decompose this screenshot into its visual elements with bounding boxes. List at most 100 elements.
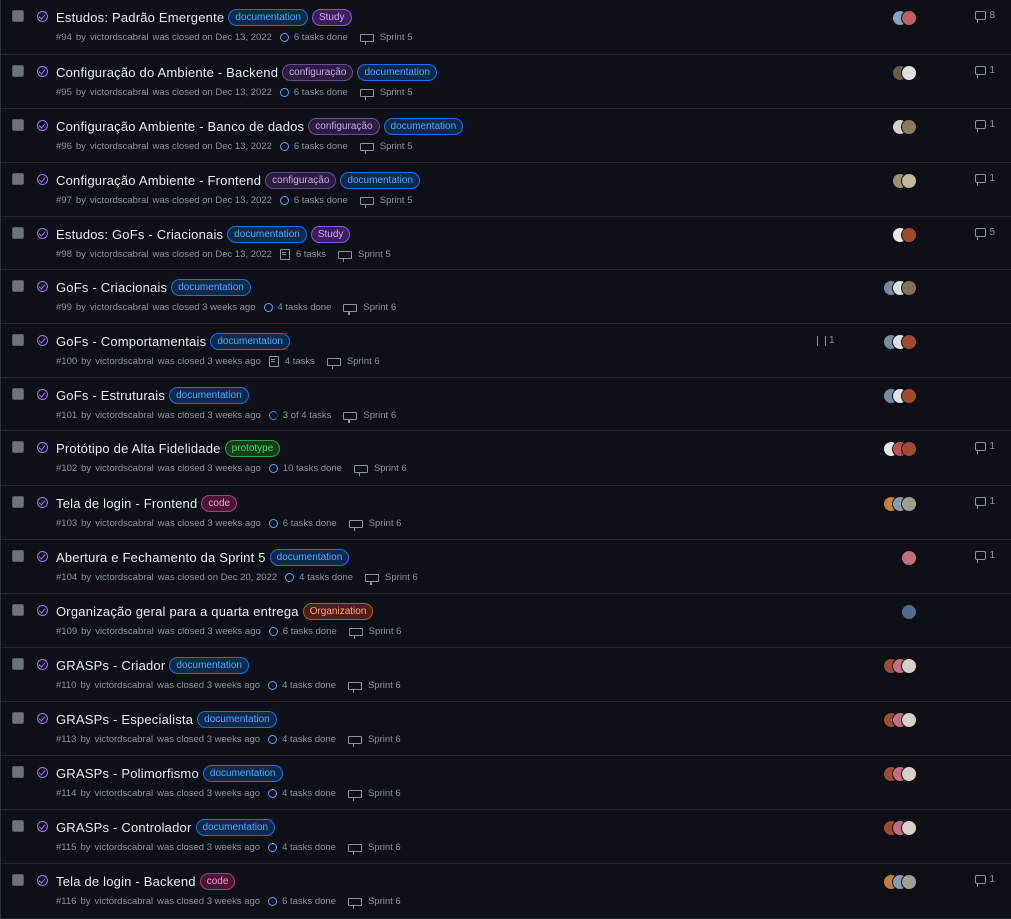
issue-label[interactable]: Study bbox=[310, 226, 351, 243]
issue-select-checkbox[interactable] bbox=[12, 280, 24, 292]
assignee-avatars[interactable] bbox=[883, 334, 917, 350]
issue-author[interactable]: victordscabral bbox=[90, 87, 149, 98]
issue-label[interactable]: prototype bbox=[224, 440, 281, 457]
issue-milestone[interactable]: Sprint 6 bbox=[369, 626, 402, 637]
assignee-avatars[interactable] bbox=[883, 820, 917, 836]
issue-select-checkbox[interactable] bbox=[12, 388, 24, 400]
issue-select-checkbox[interactable] bbox=[12, 496, 24, 508]
issue-select-checkbox[interactable] bbox=[12, 820, 24, 832]
avatar[interactable] bbox=[901, 496, 917, 512]
avatar[interactable] bbox=[901, 550, 917, 566]
avatar[interactable] bbox=[901, 712, 917, 728]
issue-select-checkbox[interactable] bbox=[12, 227, 24, 239]
issue-author[interactable]: victordscabral bbox=[94, 896, 153, 907]
issue-select-checkbox[interactable] bbox=[12, 550, 24, 562]
comment-count[interactable]: 1 bbox=[975, 173, 995, 186]
issue-milestone[interactable]: Sprint 6 bbox=[363, 410, 396, 421]
issue-row[interactable]: Tela de login - Frontend code #103 by victor… bbox=[1, 486, 1011, 540]
issue-row[interactable]: Estudos: GoFs - Criacionais documentation… bbox=[1, 217, 1011, 270]
issue-milestone[interactable]: Sprint 5 bbox=[380, 195, 413, 206]
issue-author[interactable]: victordscabral bbox=[94, 788, 153, 799]
issue-title[interactable]: Abertura e Fechamento da Sprint 5 bbox=[56, 550, 266, 565]
comment-count[interactable]: 1 bbox=[975, 119, 995, 132]
issue-title[interactable]: GRASPs - Criador bbox=[56, 658, 165, 673]
avatar[interactable] bbox=[901, 388, 917, 404]
issue-title[interactable]: GRASPs - Polimorfismo bbox=[56, 766, 199, 781]
issue-title[interactable]: GoFs - Comportamentais bbox=[56, 334, 206, 349]
issue-label[interactable]: code bbox=[199, 873, 236, 890]
issue-row[interactable]: Configuração do Ambiente - Backend config… bbox=[1, 55, 1011, 109]
assignee-avatars[interactable] bbox=[892, 10, 917, 26]
issue-select-checkbox[interactable] bbox=[12, 441, 24, 453]
avatar[interactable] bbox=[901, 65, 917, 81]
issue-label[interactable]: Organization bbox=[302, 603, 374, 620]
issue-row[interactable]: Tela de login - Backend code #116 by victord… bbox=[1, 864, 1011, 919]
issue-row[interactable]: GoFs - Estruturais documentation #101 by vic… bbox=[1, 378, 1011, 431]
issue-title[interactable]: GRASPs - Especialista bbox=[56, 712, 193, 727]
comment-count[interactable]: 5 bbox=[975, 227, 995, 240]
issue-select-checkbox[interactable] bbox=[12, 712, 24, 724]
issue-row[interactable]: Configuração Ambiente - Frontend configur… bbox=[1, 163, 1011, 217]
assignee-avatars[interactable] bbox=[892, 119, 917, 135]
issue-author[interactable]: victordscabral bbox=[95, 626, 154, 637]
assignee-avatars[interactable] bbox=[883, 874, 917, 890]
issue-milestone[interactable]: Sprint 5 bbox=[358, 249, 391, 260]
issue-label[interactable]: Study bbox=[311, 9, 352, 26]
avatar[interactable] bbox=[901, 227, 917, 243]
issue-select-checkbox[interactable] bbox=[12, 119, 24, 131]
issue-author[interactable]: victordscabral bbox=[95, 356, 154, 367]
avatar[interactable] bbox=[901, 604, 917, 620]
issue-milestone[interactable]: Sprint 6 bbox=[368, 896, 401, 907]
avatar[interactable] bbox=[901, 658, 917, 674]
issue-row[interactable]: GRASPs - Especialista documentation #113 by… bbox=[1, 702, 1011, 756]
issue-title[interactable]: Tela de login - Backend bbox=[56, 874, 196, 889]
assignee-avatars[interactable] bbox=[892, 227, 917, 243]
issue-title[interactable]: Configuração Ambiente - Frontend bbox=[56, 173, 261, 188]
issue-select-checkbox[interactable] bbox=[12, 658, 24, 670]
avatar[interactable] bbox=[901, 173, 917, 189]
issue-row[interactable]: GoFs - Comportamentais documentation #100 b… bbox=[1, 324, 1011, 378]
avatar[interactable] bbox=[901, 766, 917, 782]
issue-row[interactable]: GRASPs - Controlador documentation #115 by v… bbox=[1, 810, 1011, 864]
issue-label[interactable]: documentation bbox=[383, 118, 464, 135]
comment-count[interactable]: 1 bbox=[975, 550, 995, 563]
assignee-avatars[interactable] bbox=[883, 388, 917, 404]
issue-milestone[interactable]: Sprint 6 bbox=[368, 842, 401, 853]
assignee-avatars[interactable] bbox=[901, 604, 917, 620]
issue-select-checkbox[interactable] bbox=[12, 604, 24, 616]
issue-milestone[interactable]: Sprint 6 bbox=[347, 356, 380, 367]
issue-author[interactable]: victordscabral bbox=[95, 518, 154, 529]
issue-select-checkbox[interactable] bbox=[12, 10, 24, 22]
linked-pull-request[interactable]: 1 bbox=[817, 335, 835, 346]
assignee-avatars[interactable] bbox=[883, 496, 917, 512]
issue-title[interactable]: Configuração do Ambiente - Backend bbox=[56, 65, 278, 80]
issue-row[interactable]: Organização geral para a quarta entrega O… bbox=[1, 594, 1011, 648]
issue-select-checkbox[interactable] bbox=[12, 874, 24, 886]
avatar[interactable] bbox=[901, 874, 917, 890]
avatar[interactable] bbox=[901, 820, 917, 836]
issue-title[interactable]: GoFs - Criacionais bbox=[56, 280, 167, 295]
assignee-avatars[interactable] bbox=[901, 550, 917, 566]
issue-row[interactable]: Estudos: Padrão Emergente documentation St… bbox=[1, 0, 1011, 55]
assignee-avatars[interactable] bbox=[883, 280, 917, 296]
issue-author[interactable]: victordscabral bbox=[94, 734, 153, 745]
issue-label[interactable]: documentation bbox=[269, 549, 350, 566]
issue-author[interactable]: victordscabral bbox=[90, 32, 149, 43]
issue-label[interactable]: documentation bbox=[228, 9, 308, 26]
issue-label[interactable]: documentation bbox=[340, 172, 421, 189]
issue-author[interactable]: victordscabral bbox=[94, 680, 153, 691]
issue-author[interactable]: victordscabral bbox=[90, 141, 149, 152]
issue-row[interactable]: GoFs - Criacionais documentation #99 by vict… bbox=[1, 270, 1011, 324]
issue-select-checkbox[interactable] bbox=[12, 334, 24, 346]
issue-label[interactable]: configuração bbox=[265, 172, 337, 189]
issue-label[interactable]: documentation bbox=[357, 64, 438, 81]
issue-row[interactable]: Configuração Ambiente - Banco de dados co… bbox=[1, 109, 1011, 163]
avatar[interactable] bbox=[901, 441, 917, 457]
issue-row[interactable]: Protótipo de Alta Fidelidade prototype #10… bbox=[1, 431, 1011, 486]
assignee-avatars[interactable] bbox=[883, 441, 917, 457]
issue-title[interactable]: Protótipo de Alta Fidelidade bbox=[56, 441, 221, 456]
avatar[interactable] bbox=[901, 280, 917, 296]
issue-author[interactable]: victordscabral bbox=[90, 195, 149, 206]
avatar[interactable] bbox=[901, 119, 917, 135]
issue-milestone[interactable]: Sprint 6 bbox=[374, 463, 407, 474]
